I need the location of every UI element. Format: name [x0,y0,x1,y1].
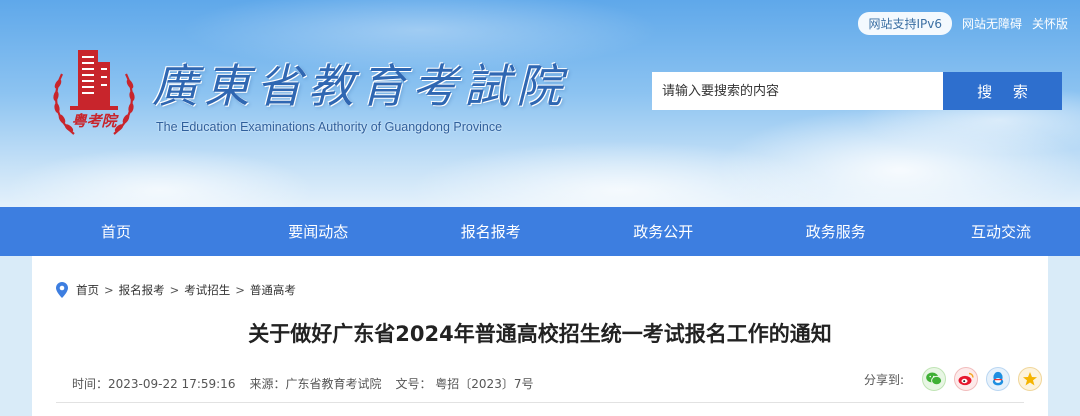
breadcrumb-separator: > [169,283,180,297]
breadcrumb-separator: > [104,283,114,297]
article-source: 来源：广东省教育考试院 [249,377,382,391]
ipv6-badge: 网站支持IPv6 [858,12,952,35]
site-subtitle: The Education Examinations Authority of … [156,120,503,134]
top-links: 网站支持IPv6 网站无障碍 关怀版 [858,12,1068,35]
nav-item-home[interactable]: 首页 [0,207,232,256]
article-doc-number: 文号： 粤招〔2023〕7号 [395,377,534,391]
site-logo[interactable]: 粤考院 [48,44,140,144]
nav-item-government-affairs[interactable]: 政务公开 [577,207,750,256]
share-wechat-button[interactable] [922,367,946,391]
article-title: 关于做好广东省2024年普通高校招生统一考试报名工作的通知 [248,322,832,346]
nav-item-government-services[interactable]: 政务服务 [750,207,923,256]
qq-icon [992,371,1004,386]
search-button[interactable]: 搜 索 [943,72,1062,110]
accessibility-link[interactable]: 网站无障碍 [962,15,1022,32]
breadcrumb-separator: > [235,283,245,297]
article-time: 时间：2023-09-22 17:59:16 [72,377,236,391]
share-label: 分享到: [863,372,904,387]
breadcrumb: 首页 > 报名报考 > 考试招生 > 普通高考 [56,282,296,298]
share-weibo-button[interactable] [954,367,978,391]
breadcrumb-gaokao[interactable]: 普通高考 [250,282,296,298]
wechat-icon [926,372,942,386]
qzone-icon [1023,372,1037,386]
divider [56,402,1024,403]
site-header: 网站支持IPv6 网站无障碍 关怀版 粤考院 廣東省教育考試院 The Educ… [0,0,1080,207]
nav-item-news[interactable]: 要闻动态 [232,207,405,256]
logo-text: 粤考院 [71,112,119,130]
main-nav: 首页 要闻动态 报名报考 政务公开 政务服务 互动交流 [0,207,1080,256]
breadcrumb-registration[interactable]: 报名报考 [119,282,165,298]
search-input[interactable] [652,72,943,110]
share-bar: 分享到: [864,367,1042,391]
share-qq-button[interactable] [986,367,1010,391]
share-qzone-button[interactable] [1018,367,1042,391]
search-box: 搜 索 [652,72,1062,110]
article-meta: 时间：2023-09-22 17:59:16 来源：广东省教育考试院 文号： 粤… [72,375,533,392]
location-pin-icon [56,282,68,298]
site-title: 廣東省教育考試院 [152,59,568,113]
care-version-link[interactable]: 关怀版 [1032,15,1068,32]
nav-item-interaction[interactable]: 互动交流 [922,207,1080,256]
article-panel: 首页 > 报名报考 > 考试招生 > 普通高考 关于做好广东省2024年普通高校… [32,256,1048,416]
nav-item-registration[interactable]: 报名报考 [405,207,578,256]
weibo-icon [958,372,974,386]
breadcrumb-home[interactable]: 首页 [76,282,99,298]
breadcrumb-exam-admission[interactable]: 考试招生 [184,282,230,298]
